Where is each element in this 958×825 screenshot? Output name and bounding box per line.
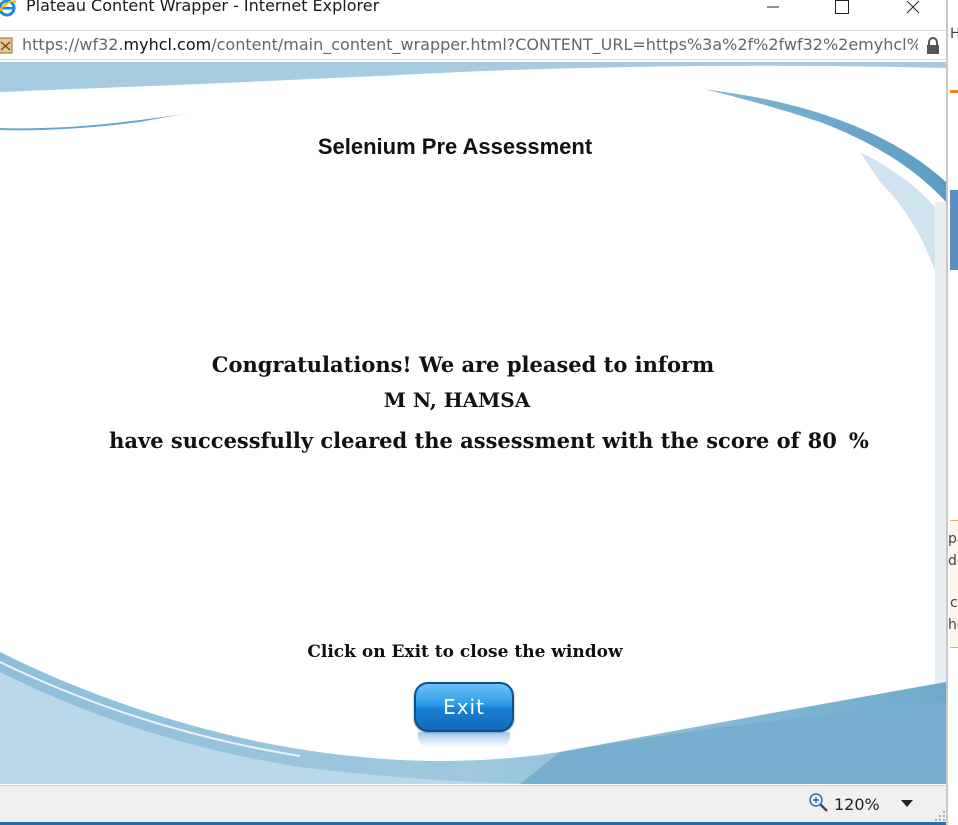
maximize-button[interactable] [819, 0, 865, 20]
title-bar: Plateau Content Wrapper - Internet Explo… [0, 0, 946, 22]
zoom-icon[interactable] [808, 792, 830, 814]
maximize-icon [835, 0, 849, 14]
percent-sign: % [848, 428, 869, 453]
background-panel: pa do c he [948, 520, 958, 648]
background-window-edge: H pa do c he [946, 0, 958, 825]
exit-instruction: Click on Exit to close the window [307, 642, 623, 662]
url-path: /content/main_content_wrapper.html?CONTE… [211, 35, 918, 54]
background-accent [950, 90, 958, 93]
exit-button-reflection [418, 732, 510, 748]
url-prefix: https://wf32. [22, 35, 124, 54]
background-text: H [950, 26, 958, 42]
page-title: Selenium Pre Assessment [317, 134, 593, 159]
status-bar: 120% [0, 785, 946, 825]
resize-grip-icon[interactable] [934, 810, 946, 822]
url-field[interactable]: https://wf32.myhcl.com/content/main_cont… [22, 35, 918, 54]
result-line: have successfully cleared the assessment… [16, 428, 946, 453]
chevron-down-icon[interactable] [900, 799, 914, 809]
ie-logo-icon [0, 0, 17, 17]
background-scroll-thumb [950, 190, 958, 270]
address-bar[interactable]: https://wf32.myhcl.com/content/main_cont… [0, 30, 946, 60]
wave-background [0, 62, 946, 784]
close-icon [906, 0, 920, 14]
close-button[interactable] [890, 0, 936, 20]
minimize-button[interactable] [750, 0, 796, 20]
url-domain: myhcl.com [123, 35, 212, 54]
background-text: pa [948, 531, 958, 547]
lock-icon[interactable] [926, 37, 940, 55]
content-area: Selenium Pre Assessment Congratulations!… [0, 62, 946, 784]
background-text: do [948, 553, 958, 569]
page-icon [0, 37, 13, 54]
background-text: c [950, 595, 958, 611]
minimize-icon [767, 6, 779, 8]
score-value: 80 [807, 428, 837, 453]
background-text: he [948, 617, 958, 633]
candidate-name: M N, HAMSA [383, 388, 531, 412]
window-title: Plateau Content Wrapper - Internet Explo… [26, 0, 380, 15]
congratulations-text: Congratulations! We are pleased to infor… [211, 352, 715, 377]
result-text: have successfully cleared the assessment… [109, 428, 800, 453]
exit-button[interactable]: Exit [414, 682, 514, 732]
zoom-level[interactable]: 120% [834, 795, 880, 814]
